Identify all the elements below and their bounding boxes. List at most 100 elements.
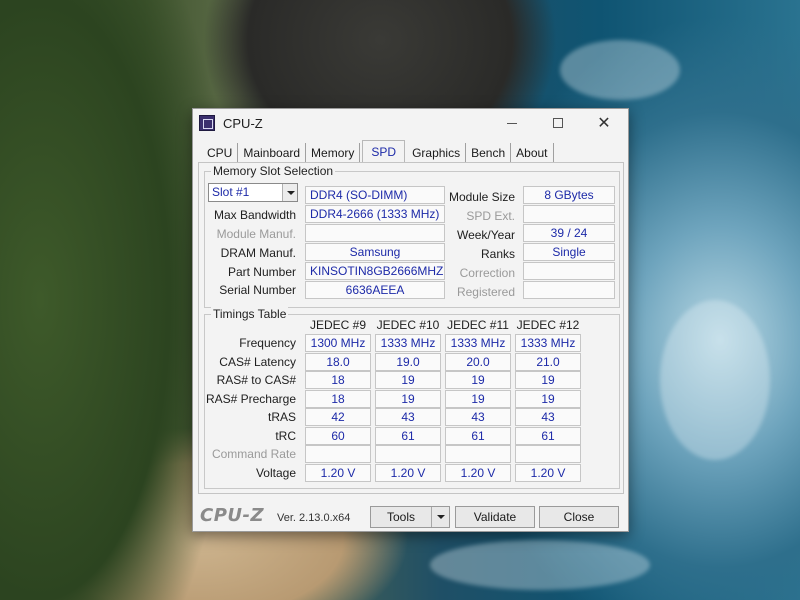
week-year-label: Week/Year — [456, 228, 515, 242]
ranks-label: Ranks — [480, 247, 515, 261]
validate-button[interactable]: Validate — [455, 506, 535, 528]
minimize-icon — [507, 122, 517, 124]
minimize-button[interactable] — [492, 109, 532, 137]
dram-manuf-value: Samsung — [305, 243, 445, 261]
slot-select[interactable]: Slot #1 — [208, 183, 298, 202]
timings-cell: 18 — [305, 371, 371, 389]
timings-cell: 19 — [445, 371, 511, 389]
timings-cell — [375, 445, 441, 463]
maximize-icon — [553, 118, 563, 128]
registered-label: Registered — [456, 285, 515, 299]
timings-cell: 1.20 V — [515, 463, 581, 482]
wave-foam — [560, 40, 680, 100]
week-year-value: 39 / 24 — [523, 224, 615, 242]
timings-row-label: tRAS — [267, 410, 296, 424]
part-number-value: KINSOTIN8GB2666MHZ — [305, 262, 445, 280]
timings-cell: 43 — [515, 408, 581, 426]
part-number-label: Part Number — [227, 265, 296, 279]
timings-cell: 42 — [305, 408, 371, 426]
timings-column-header: JEDEC #10 — [376, 318, 440, 332]
group-title: Timings Table — [211, 307, 289, 321]
version-text: Ver. 2.13.0.x64 — [277, 512, 351, 524]
timings-row-label: RAS# Precharge — [205, 391, 296, 406]
timings-cell — [305, 445, 371, 463]
timings-row-label: tRC — [275, 428, 296, 443]
timings-cell: 1.20 V — [305, 463, 371, 482]
maximize-button[interactable] — [538, 109, 578, 137]
tab-bar: CPU Mainboard Memory SPD Graphics Bench About — [202, 140, 554, 163]
timings-cell: 18.0 — [305, 352, 371, 371]
close-icon: ✕ — [597, 115, 611, 132]
close-window-button[interactable]: ✕ — [584, 109, 624, 137]
tab-spd[interactable]: SPD — [362, 140, 406, 163]
tools-button[interactable]: Tools — [370, 506, 450, 528]
timings-row-label: RAS# to CAS# — [216, 373, 296, 387]
timings-cell: 18 — [305, 389, 371, 408]
group-title: Memory Slot Selection — [211, 164, 336, 178]
slot-select-value: Slot #1 — [212, 185, 250, 199]
wave-foam — [660, 300, 770, 460]
timings-row-label: Voltage — [255, 465, 296, 480]
footer-bar: CPU-Z Ver. 2.13.0.x64 Tools Validate Clo… — [193, 501, 630, 531]
memory-type-value: DDR4 (SO-DIMM) — [305, 186, 445, 204]
timings-cell: 43 — [445, 408, 511, 426]
cpuz-app-icon — [199, 115, 215, 131]
module-size-label: Module Size — [448, 190, 515, 204]
timings-cell: 19 — [515, 371, 581, 389]
timings-cell: 61 — [445, 426, 511, 445]
timings-cell: 19 — [445, 389, 511, 408]
timings-cell: 21.0 — [515, 352, 581, 371]
timings-cell: 43 — [375, 408, 441, 426]
timings-cell: 1333 MHz — [375, 334, 441, 352]
module-size-value: 8 GBytes — [523, 186, 615, 204]
timings-row-label: CAS# Latency — [219, 354, 296, 369]
serial-number-value: 6636AEEA — [305, 281, 445, 299]
timings-cell: 1333 MHz — [515, 334, 581, 352]
timings-cell: 19.0 — [375, 352, 441, 371]
max-bandwidth-label: Max Bandwidth — [213, 208, 296, 222]
wave-foam — [430, 540, 650, 590]
timings-cell — [445, 445, 511, 463]
tools-label: Tools — [386, 510, 415, 524]
timings-cell: 1.20 V — [445, 463, 511, 482]
ranks-value: Single — [523, 243, 615, 261]
timings-column-header: JEDEC #11 — [447, 318, 509, 332]
chevron-down-icon[interactable] — [431, 507, 449, 527]
tab-graphics[interactable]: Graphics — [407, 143, 467, 163]
timings-cell: 1300 MHz — [305, 334, 371, 352]
timings-cell: 61 — [375, 426, 441, 445]
timings-cell: 1333 MHz — [445, 334, 511, 352]
timings-row-label: Frequency — [239, 336, 296, 350]
serial-number-label: Serial Number — [219, 283, 296, 297]
timings-cell — [515, 445, 581, 463]
title-bar[interactable]: CPU-Z ✕ — [193, 109, 628, 137]
close-button[interactable]: Close — [539, 506, 619, 528]
timings-cell: 60 — [305, 426, 371, 445]
timings-cell: 20.0 — [445, 352, 511, 371]
window-title: CPU-Z — [223, 115, 263, 131]
max-bandwidth-value: DDR4-2666 (1333 MHz) — [305, 205, 445, 223]
spd-ext-label: SPD Ext. — [466, 209, 515, 223]
tab-cpu[interactable]: CPU — [202, 143, 239, 163]
timings-row-label: Command Rate — [211, 447, 296, 461]
cpuz-window: CPU-Z ✕ CPU Mainboard Memory SPD Graphics Ben… — [192, 108, 629, 532]
tab-about[interactable]: About — [511, 143, 554, 163]
cpuz-logo: CPU-Z — [200, 505, 265, 526]
tab-bench[interactable]: Bench — [466, 143, 512, 163]
tab-memory[interactable]: Memory — [306, 143, 361, 163]
timings-column-header: JEDEC #9 — [309, 318, 367, 332]
tab-mainboard[interactable]: Mainboard — [238, 143, 307, 163]
module-manuf-value — [305, 224, 445, 242]
correction-label: Correction — [459, 266, 515, 280]
module-manuf-label: Module Manuf. — [216, 227, 296, 241]
correction-value — [523, 262, 615, 280]
timings-cell: 61 — [515, 426, 581, 445]
timings-cell: 1.20 V — [375, 463, 441, 482]
timings-column-header: JEDEC #12 — [516, 318, 580, 332]
dram-manuf-label: DRAM Manuf. — [220, 246, 296, 260]
registered-value — [523, 281, 615, 299]
timings-cell: 19 — [375, 389, 441, 408]
timings-cell: 19 — [515, 389, 581, 408]
spd-ext-value — [523, 205, 615, 223]
chevron-down-icon — [282, 184, 297, 201]
